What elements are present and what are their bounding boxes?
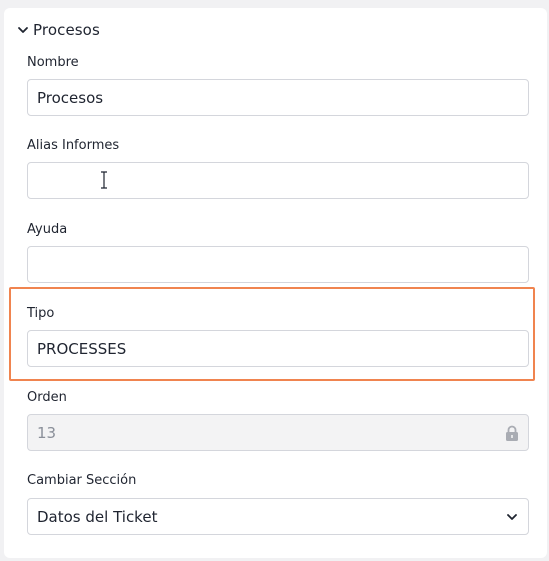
cambiar-seccion-select[interactable]: Datos del Ticket	[27, 498, 529, 535]
lock-icon	[506, 425, 518, 441]
ayuda-input[interactable]	[27, 246, 529, 283]
tipo-input[interactable]: PROCESSES	[27, 330, 529, 367]
chevron-down-icon[interactable]	[506, 511, 518, 523]
cambiar-seccion-value: Datos del Ticket	[37, 507, 158, 526]
nombre-input[interactable]: Procesos	[27, 79, 529, 116]
nombre-value: Procesos	[37, 88, 104, 107]
orden-label: Orden	[27, 390, 67, 405]
tipo-label: Tipo	[27, 306, 55, 321]
orden-value: 13	[37, 423, 57, 442]
section-header[interactable]: Procesos	[16, 20, 100, 40]
text-cursor-icon	[101, 171, 107, 189]
alias-informes-label: Alias Informes	[27, 138, 120, 153]
section-title: Procesos	[33, 21, 100, 39]
tipo-value: PROCESSES	[37, 339, 127, 358]
cambiar-seccion-label: Cambiar Sección	[27, 473, 137, 488]
alias-informes-input[interactable]	[27, 162, 529, 199]
orden-input: 13	[27, 414, 529, 451]
ayuda-label: Ayuda	[27, 222, 68, 237]
chevron-down-icon[interactable]	[16, 23, 30, 37]
nombre-label: Nombre	[27, 55, 79, 70]
properties-panel: Procesos Nombre Procesos Alias Informes …	[4, 8, 547, 558]
